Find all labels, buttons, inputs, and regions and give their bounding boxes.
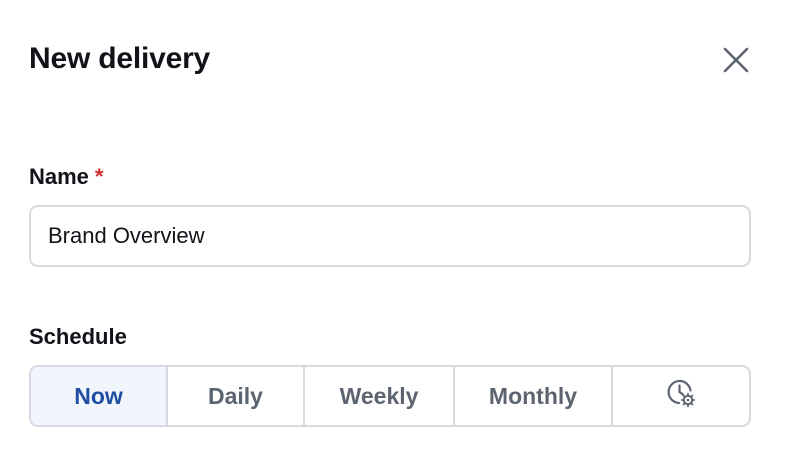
name-label: Name bbox=[29, 164, 89, 189]
schedule-segmented-control: Now Daily Weekly Monthly bbox=[29, 365, 751, 427]
schedule-option-custom[interactable] bbox=[613, 367, 749, 425]
schedule-option-weekly[interactable]: Weekly bbox=[305, 367, 455, 425]
schedule-option-daily[interactable]: Daily bbox=[168, 367, 305, 425]
schedule-label: Schedule bbox=[29, 324, 127, 349]
name-label-row: Name * bbox=[29, 164, 103, 190]
close-button[interactable] bbox=[716, 40, 756, 80]
clock-settings-icon bbox=[666, 378, 696, 414]
required-marker: * bbox=[94, 164, 104, 189]
new-delivery-dialog: New delivery Name* Schedule Now Daily We… bbox=[0, 0, 786, 462]
schedule-option-now[interactable]: Now bbox=[31, 367, 168, 425]
name-input[interactable] bbox=[29, 205, 751, 267]
schedule-option-monthly[interactable]: Monthly bbox=[455, 367, 613, 425]
close-icon bbox=[722, 46, 750, 74]
dialog-title: New delivery bbox=[29, 42, 211, 75]
